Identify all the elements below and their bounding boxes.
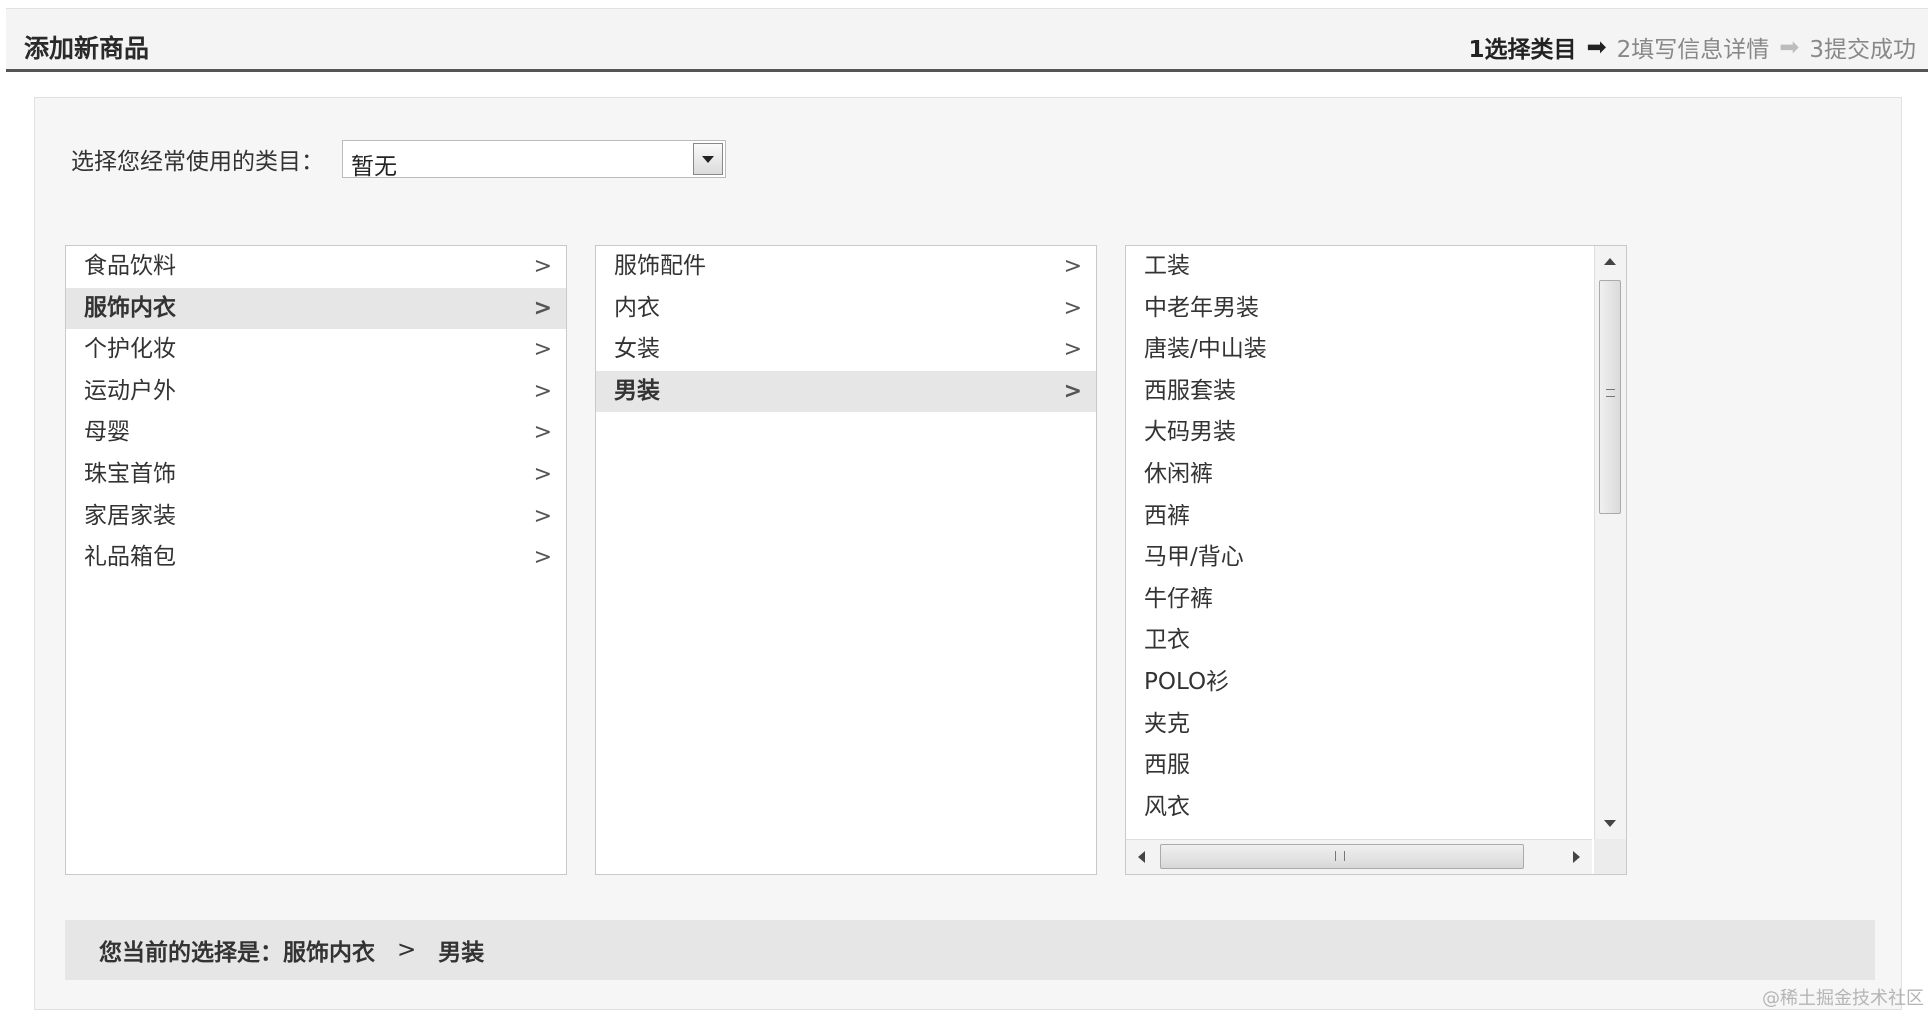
- common-category-select[interactable]: 暂无: [342, 140, 726, 180]
- common-category-value: 暂无: [351, 154, 397, 180]
- step-2: 2填写信息详情: [1616, 37, 1770, 63]
- list-item[interactable]: 男装 >: [596, 370, 1096, 413]
- arrow-right-icon: ➡: [1586, 33, 1607, 61]
- list-item-label: 运动户外: [84, 377, 176, 404]
- list-item[interactable]: 工装: [1126, 246, 1592, 288]
- list-item[interactable]: 中老年男装: [1126, 288, 1592, 330]
- horizontal-scroll-thumb[interactable]: [1160, 844, 1524, 869]
- list-item-label: 男装: [614, 377, 660, 404]
- scroll-right-icon[interactable]: [1573, 851, 1580, 863]
- list-item-label: 内衣: [614, 294, 660, 321]
- current-selection-level2: 男装: [438, 940, 485, 966]
- scroll-left-icon[interactable]: [1138, 851, 1145, 863]
- list-item-label: 服饰内衣: [84, 294, 176, 321]
- list-item[interactable]: 休闲裤: [1126, 454, 1592, 496]
- scroll-up-icon[interactable]: [1604, 258, 1616, 265]
- list-item[interactable]: 服饰内衣 >: [66, 287, 566, 330]
- list-item-label: 食品饮料: [84, 253, 176, 279]
- current-selection-separator: >: [397, 937, 417, 963]
- chevron-right-icon: >: [1063, 254, 1082, 279]
- vertical-scrollbar[interactable]: [1594, 246, 1626, 839]
- chevron-right-icon: >: [533, 420, 552, 446]
- chevron-right-icon: >: [533, 545, 552, 571]
- page: 添加新商品 1选择类目 ➡ 2填写信息详情 ➡ 3提交成功 选择您经常使用的类目…: [0, 0, 1928, 1010]
- chevron-right-icon: >: [1063, 337, 1082, 363]
- level3-items: 工装 中老年男装 唐装/中山装 西服套装 大码男装 休闲裤 西裤 马甲/背心 牛仔裤 卫衣 POLO…: [1126, 246, 1592, 839]
- list-item-label: 女装: [614, 336, 660, 363]
- list-item[interactable]: 服饰配件 >: [596, 246, 1096, 288]
- current-selection-label: 您当前的选择是：: [99, 940, 283, 966]
- step-1: 1选择类目: [1468, 37, 1577, 63]
- list-item[interactable]: 卫衣: [1126, 620, 1592, 662]
- step-indicator: 1选择类目 ➡ 2填写信息详情 ➡ 3提交成功: [1468, 30, 1916, 64]
- chevron-right-icon: >: [533, 503, 552, 529]
- list-item[interactable]: POLO衫: [1126, 662, 1592, 704]
- list-item-label: 家居家装: [84, 502, 176, 529]
- step-3: 3提交成功: [1809, 37, 1916, 63]
- chevron-right-icon: >: [1063, 295, 1082, 321]
- category-list-level1: 食品饮料 > 服饰内衣 > 个护化妆 > 运动户外 > 母婴 > 珠宝首饰 > 家居家装 > 礼品箱包 >: [65, 245, 567, 875]
- category-list-level2: 服饰配件 > 内衣 > 女装 > 男装 >: [595, 245, 1097, 875]
- grip-icon: [1335, 851, 1345, 861]
- list-item[interactable]: 夹克: [1126, 704, 1592, 746]
- chevron-right-icon: >: [533, 254, 552, 279]
- chevron-right-icon: >: [533, 378, 552, 404]
- list-item[interactable]: 西服: [1126, 745, 1592, 787]
- list-item[interactable]: 唐装/中山装: [1126, 329, 1592, 371]
- list-item[interactable]: 马甲/背心: [1126, 537, 1592, 579]
- arrow-right-icon: ➡: [1779, 33, 1800, 61]
- list-item[interactable]: 女装 >: [596, 329, 1096, 371]
- dropdown-button[interactable]: [693, 143, 723, 175]
- list-item[interactable]: 食品饮料 >: [66, 246, 566, 288]
- list-item[interactable]: 大码男装: [1126, 412, 1592, 454]
- list-item[interactable]: 个护化妆 >: [66, 329, 566, 371]
- list-item[interactable]: 风衣: [1126, 787, 1592, 829]
- list-item-label: 珠宝首饰: [84, 460, 176, 487]
- list-item[interactable]: 家居家装 >: [66, 496, 566, 538]
- page-title: 添加新商品: [24, 34, 150, 63]
- category-list-level3: 工装 中老年男装 唐装/中山装 西服套装 大码男装 休闲裤 西裤 马甲/背心 牛仔裤 卫衣 POLO…: [1125, 245, 1627, 875]
- watermark: @稀土掘金技术社区: [1762, 988, 1924, 1009]
- list-item-label: 服饰配件: [614, 253, 706, 279]
- list-item[interactable]: 牛仔裤: [1126, 579, 1592, 621]
- list-item[interactable]: 运动户外 >: [66, 371, 566, 413]
- chevron-right-icon: >: [533, 461, 552, 487]
- list-item[interactable]: 内衣 >: [596, 288, 1096, 330]
- list-item-label: 个护化妆: [84, 336, 176, 363]
- common-category-label: 选择您经常使用的类目：: [71, 149, 324, 175]
- category-panel: 选择您经常使用的类目： 暂无 食品饮料 > 服饰内衣 > 个护化妆 > 运动户外 > 母婴 > 珠宝…: [34, 97, 1902, 1010]
- scroll-down-icon[interactable]: [1604, 820, 1616, 827]
- current-selection-bar: 您当前的选择是： 服饰内衣 > 男装: [65, 920, 1875, 980]
- scrollbar-corner: [1594, 839, 1626, 874]
- chevron-down-icon: [702, 155, 714, 163]
- list-item[interactable]: 西裤: [1126, 496, 1592, 538]
- list-item[interactable]: 礼品箱包 >: [66, 537, 566, 579]
- grip-icon: [1606, 389, 1615, 397]
- vertical-scroll-thumb[interactable]: [1599, 280, 1621, 514]
- header: 添加新商品 1选择类目 ➡ 2填写信息详情 ➡ 3提交成功: [6, 8, 1928, 72]
- chevron-right-icon: >: [533, 337, 552, 363]
- list-item-label: 礼品箱包: [84, 544, 176, 571]
- list-item[interactable]: 母婴 >: [66, 412, 566, 454]
- list-item-label: 母婴: [84, 419, 130, 446]
- current-selection-level1: 服饰内衣: [283, 940, 375, 966]
- list-item[interactable]: 珠宝首饰 >: [66, 454, 566, 496]
- list-item[interactable]: 西服套装: [1126, 371, 1592, 413]
- chevron-right-icon: >: [533, 295, 552, 321]
- common-category-row: 选择您经常使用的类目： 暂无: [71, 140, 726, 180]
- horizontal-scrollbar[interactable]: [1126, 839, 1592, 874]
- chevron-right-icon: >: [1063, 378, 1082, 404]
